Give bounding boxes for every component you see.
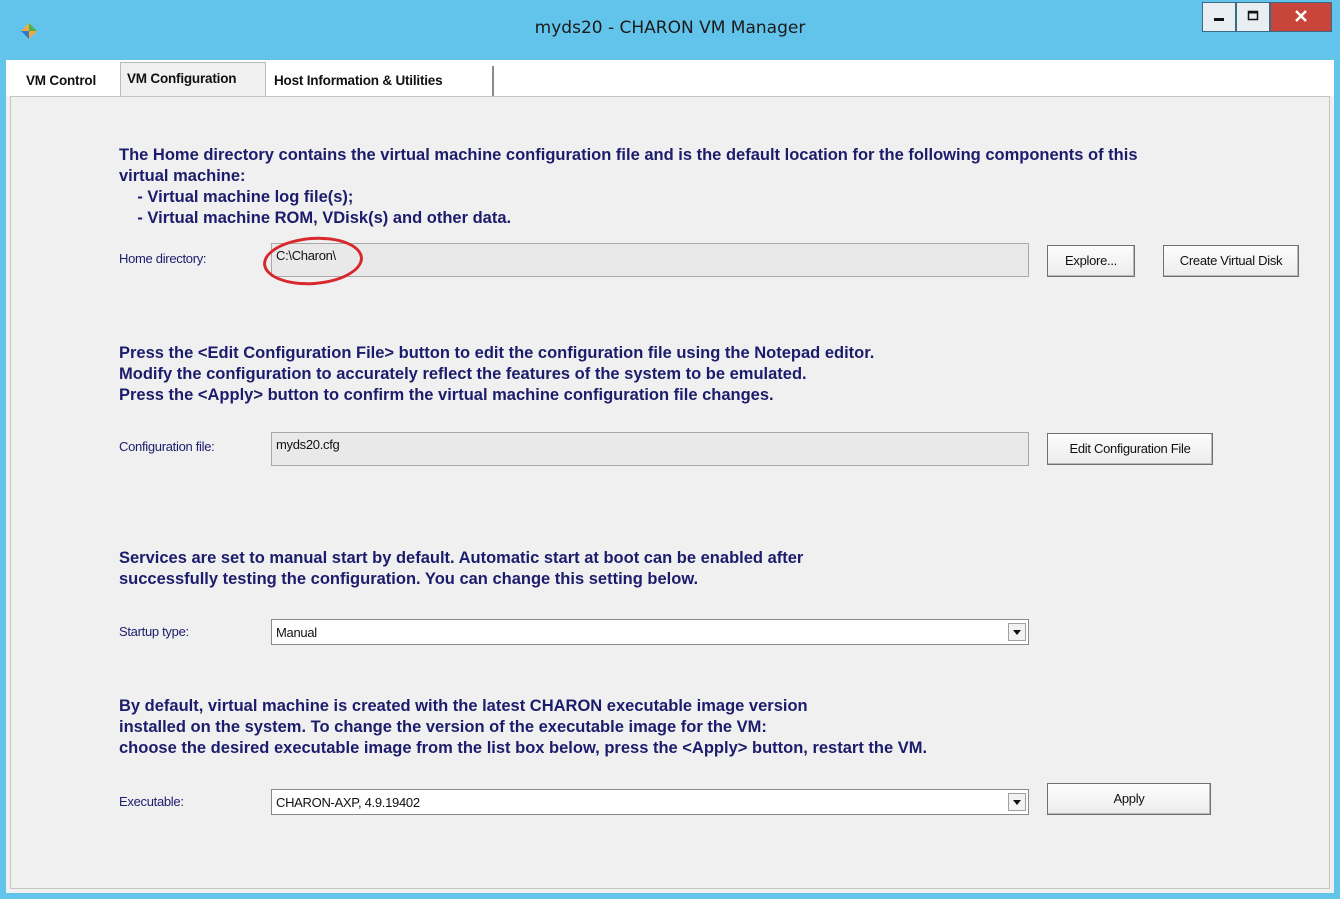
edit-configuration-file-button[interactable]: Edit Configuration File bbox=[1047, 433, 1213, 465]
configuration-file-info: Press the <Edit Configuration File> butt… bbox=[119, 344, 875, 404]
app-window: myds20 - CHARON VM Manager VM Control VM… bbox=[0, 0, 1340, 899]
startup-type-select[interactable]: Manual bbox=[271, 619, 1029, 645]
close-icon bbox=[1294, 8, 1308, 27]
maximize-icon bbox=[1246, 8, 1260, 27]
home-directory-info: The Home directory contains the virtual … bbox=[119, 146, 1138, 227]
vm-configuration-panel: The Home directory contains the virtual … bbox=[10, 96, 1330, 889]
apply-button[interactable]: Apply bbox=[1047, 783, 1211, 815]
executable-value: CHARON-AXP, 4.9.19402 bbox=[276, 795, 420, 810]
executable-label: Executable: bbox=[119, 794, 184, 809]
executable-info: By default, virtual machine is created w… bbox=[119, 697, 928, 757]
window-title: myds20 - CHARON VM Manager bbox=[534, 18, 806, 38]
executable-select[interactable]: CHARON-AXP, 4.9.19402 bbox=[271, 789, 1029, 815]
startup-info: Services are set to manual start by defa… bbox=[119, 549, 804, 588]
client-area: VM Control VM Configuration Host Informa… bbox=[6, 60, 1334, 893]
home-directory-label: Home directory: bbox=[119, 251, 207, 266]
configuration-file-field[interactable]: myds20.cfg bbox=[271, 432, 1029, 466]
explore-button[interactable]: Explore... bbox=[1047, 245, 1135, 277]
startup-type-label: Startup type: bbox=[119, 624, 189, 639]
chevron-down-icon[interactable] bbox=[1008, 793, 1026, 811]
chevron-down-icon[interactable] bbox=[1008, 623, 1026, 641]
tab-strip: VM Control VM Configuration Host Informa… bbox=[6, 60, 1334, 96]
maximize-button[interactable] bbox=[1236, 2, 1270, 32]
tab-vm-control[interactable]: VM Control bbox=[20, 66, 122, 96]
title-bar[interactable]: myds20 - CHARON VM Manager bbox=[0, 0, 1340, 60]
tab-host-information[interactable]: Host Information & Utilities bbox=[268, 66, 494, 96]
minimize-button[interactable] bbox=[1202, 2, 1236, 32]
home-directory-field[interactable]: C:\Charon\ bbox=[271, 243, 1029, 277]
startup-type-value: Manual bbox=[276, 625, 317, 640]
close-button[interactable] bbox=[1270, 2, 1332, 32]
tab-vm-configuration[interactable]: VM Configuration bbox=[120, 62, 266, 96]
minimize-icon bbox=[1212, 8, 1226, 27]
create-virtual-disk-button[interactable]: Create Virtual Disk bbox=[1163, 245, 1299, 277]
highlight-annotation bbox=[261, 233, 365, 289]
configuration-file-label: Configuration file: bbox=[119, 439, 215, 454]
